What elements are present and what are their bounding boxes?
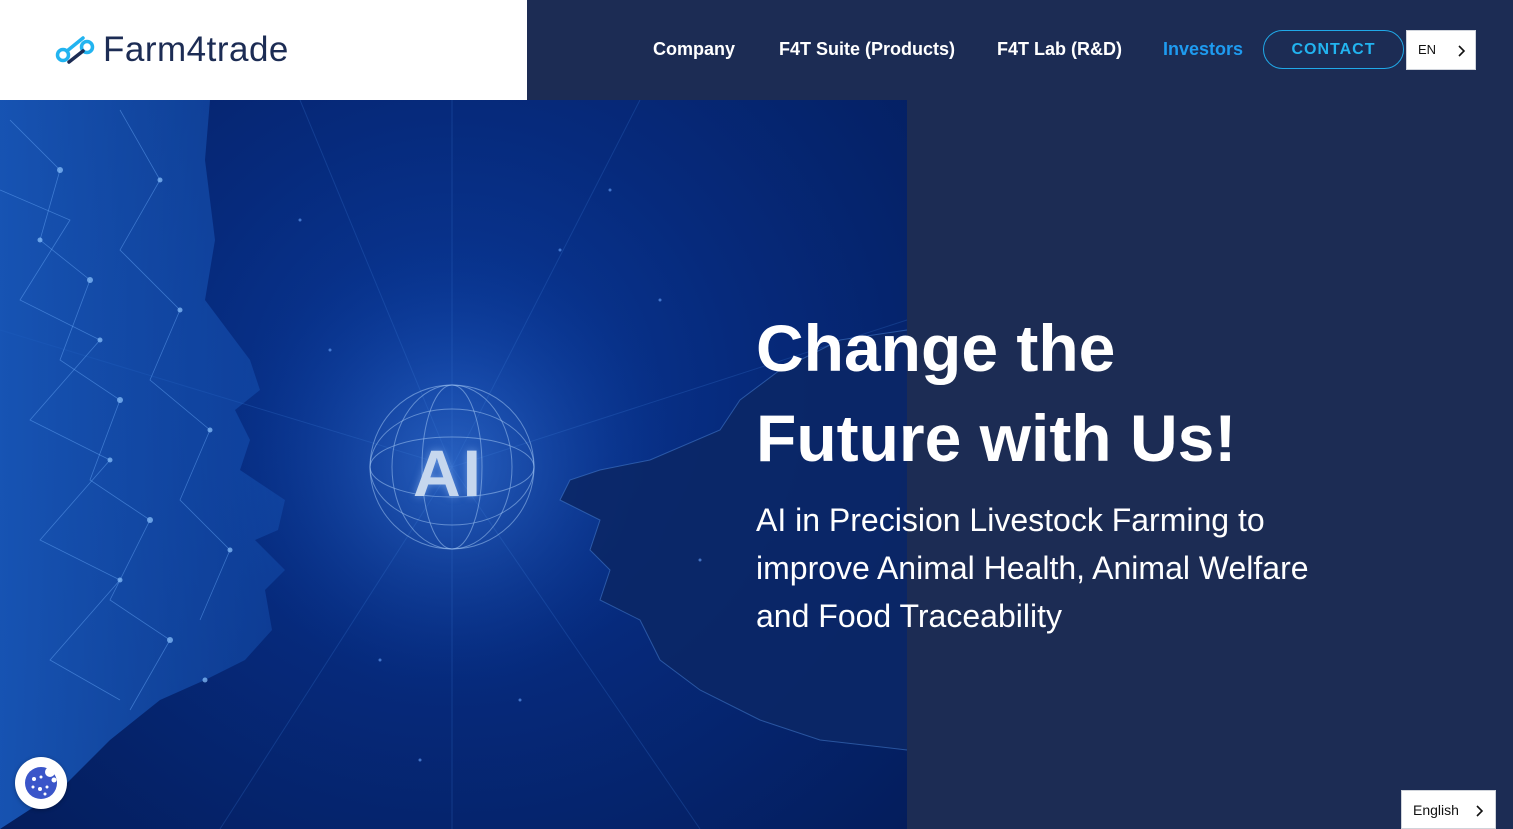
nav-item-company[interactable]: Company: [653, 37, 735, 61]
hero-title: Change the Future with Us!: [756, 303, 1376, 483]
nav-item-f4t-suite[interactable]: F4T Suite (Products): [779, 37, 955, 61]
nav-item-f4t-lab[interactable]: F4T Lab (R&D): [997, 37, 1122, 61]
brand-name: Farm4trade: [103, 30, 289, 69]
hero-subtitle: AI in Precision Livestock Farming to imp…: [756, 502, 1309, 634]
language-select-value: English: [1413, 802, 1459, 818]
cookie-settings-button[interactable]: [15, 757, 67, 809]
ai-emblem-text: AI: [413, 436, 483, 510]
logo-area[interactable]: Farm4trade: [0, 0, 527, 100]
chevron-right-icon: [1458, 45, 1466, 57]
hero-title-line-1: Change the: [756, 311, 1116, 385]
language-select[interactable]: English: [1401, 790, 1496, 829]
farm4trade-logo-icon: [55, 36, 95, 64]
chevron-right-icon: [1476, 805, 1484, 817]
language-switcher[interactable]: EN: [1406, 30, 1476, 70]
hero-title-line-2: Future with Us!: [756, 401, 1237, 475]
contact-button[interactable]: CONTACT: [1263, 30, 1404, 69]
cookie-icon: [25, 767, 57, 799]
nav-item-investors[interactable]: Investors: [1163, 37, 1243, 61]
language-code: EN: [1418, 42, 1437, 57]
page: Farm4trade Company F4T Suite (Products) …: [0, 0, 1513, 829]
